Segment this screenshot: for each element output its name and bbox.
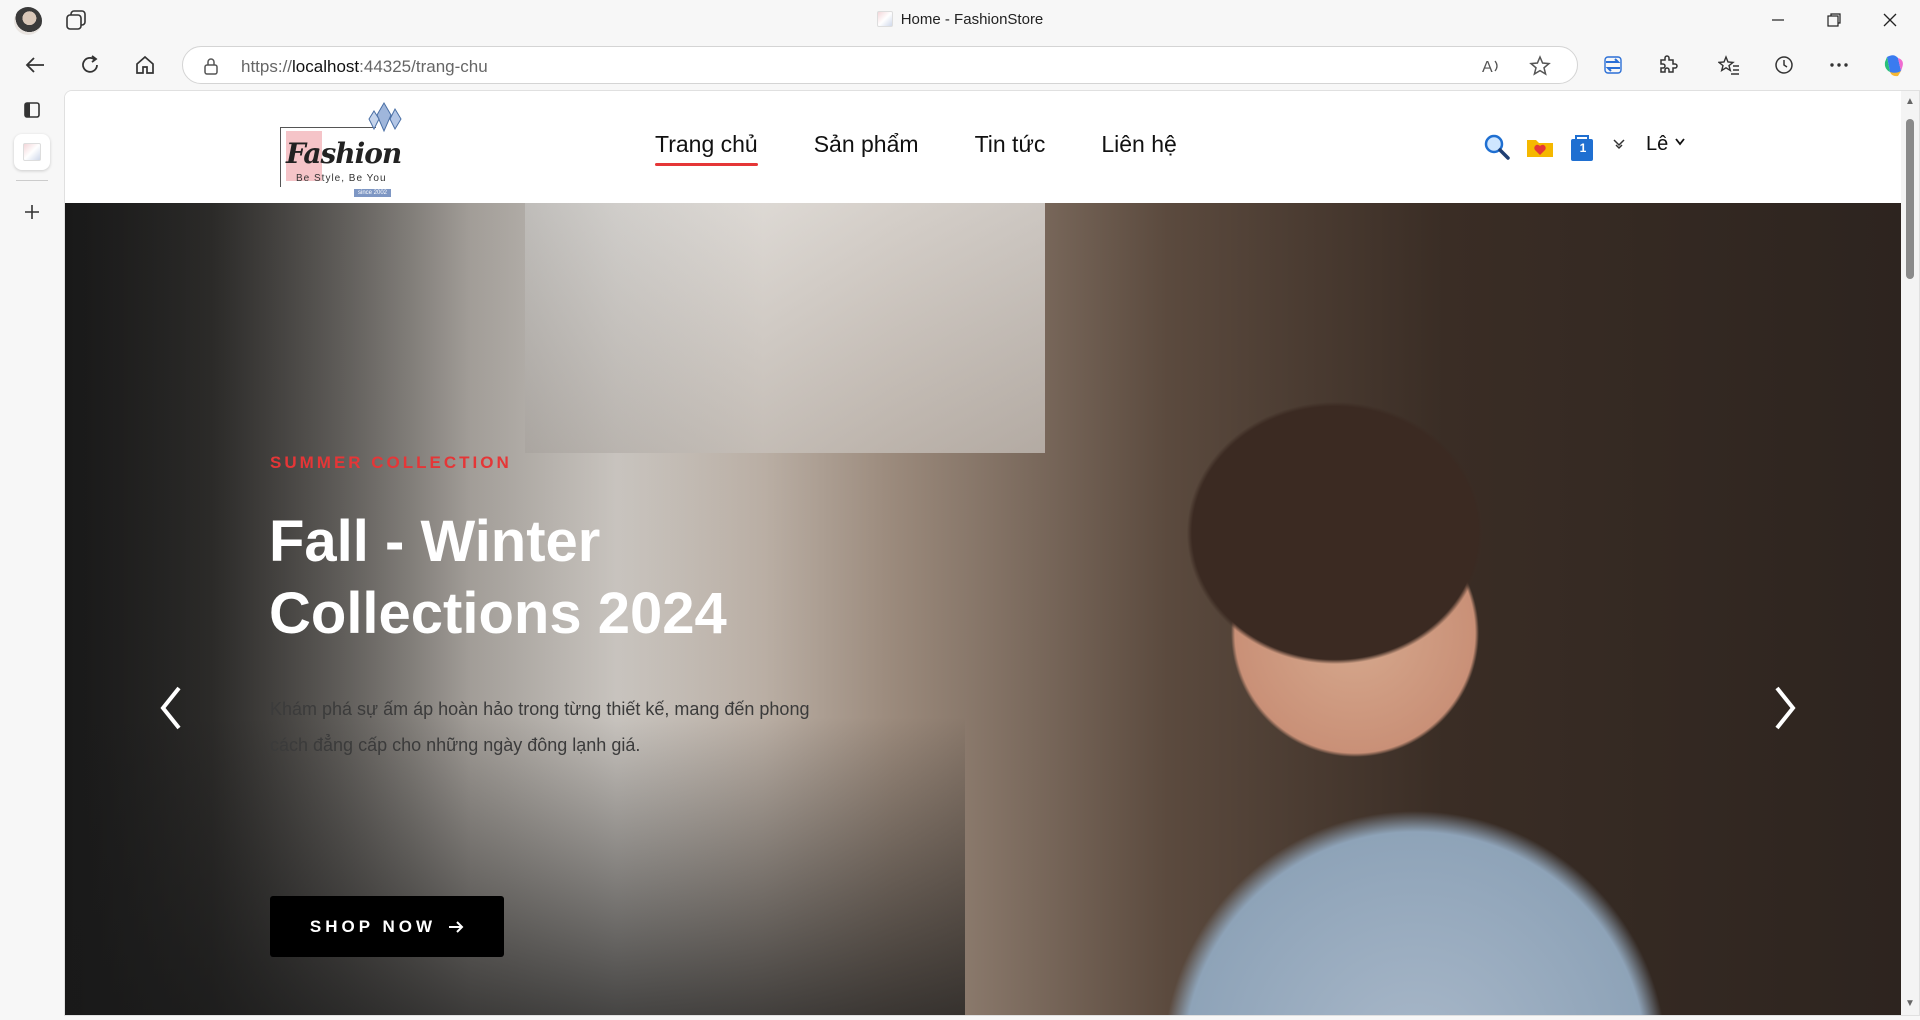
hero-description: Khám phá sự ấm áp hoàn hảo trong từng th… <box>270 699 810 755</box>
filter-down-icon[interactable] <box>1612 137 1626 151</box>
site-favicon-icon <box>876 11 893 27</box>
logo-since: since 2002 <box>354 189 392 197</box>
user-name: Lê <box>1646 133 1669 155</box>
wishlist-folder-icon[interactable] <box>1525 133 1553 161</box>
address-bar[interactable]: https://localhost:44325/trang-chu A <box>182 46 1578 84</box>
search-icon[interactable] <box>1483 133 1511 161</box>
browser-titlebar: Home - FashionStore <box>0 0 1920 40</box>
cart-icon[interactable]: 1 <box>1569 133 1597 161</box>
more-menu-icon[interactable] <box>1824 50 1854 80</box>
url-scheme: https:// <box>241 57 293 76</box>
minimize-button[interactable] <box>1750 0 1806 40</box>
tab-divider <box>16 180 48 181</box>
browser-essentials-icon[interactable] <box>1598 50 1628 80</box>
back-icon[interactable] <box>20 50 50 80</box>
hero-title: Fall - Winter Collections 2024 <box>269 509 727 646</box>
scroll-up-icon[interactable]: ▲ <box>1905 97 1915 107</box>
page-viewport: Fashion Be Style, Be You since 2002 Tran… <box>64 90 1920 1016</box>
extensions-icon[interactable] <box>1653 50 1683 80</box>
arrow-right-icon <box>449 920 464 933</box>
site-logo[interactable]: Fashion Be Style, Be You since 2002 <box>278 101 402 197</box>
read-aloud-icon[interactable]: A <box>1481 55 1503 77</box>
logo-tagline: Be Style, Be You <box>296 173 387 184</box>
main-nav: Trang chủ Sản phẩm Tin tức Liên hệ <box>655 131 1177 166</box>
slider-prev-icon[interactable] <box>151 678 191 738</box>
shop-now-button[interactable]: SHOP NOW <box>270 896 504 957</box>
site-header: Fashion Be Style, Be You since 2002 Tran… <box>65 91 1903 203</box>
hero-kicker: SUMMER COLLECTION <box>270 453 512 472</box>
restore-button[interactable] <box>1806 0 1862 40</box>
site-favicon-icon <box>23 143 41 161</box>
scrollbar-thumb[interactable] <box>1906 119 1914 279</box>
tab-home-fashionstore[interactable] <box>14 134 50 170</box>
nav-news[interactable]: Tin tức <box>975 131 1046 166</box>
vertical-tabs-sidebar <box>0 90 64 1020</box>
cart-count-badge: 1 <box>1579 141 1587 155</box>
nav-home[interactable]: Trang chủ <box>655 131 758 166</box>
tab-panel-toggle-icon[interactable] <box>14 92 50 128</box>
window-title-text: Home - FashionStore <box>900 11 1044 28</box>
copilot-icon[interactable] <box>1879 50 1909 80</box>
home-icon[interactable] <box>130 50 160 80</box>
url-text[interactable]: https://localhost:44325/trang-chu <box>241 57 488 77</box>
hero-slider: SUMMER COLLECTION Fall - Winter Collecti… <box>65 203 1903 1015</box>
chevron-down-icon <box>1675 138 1685 146</box>
close-window-button[interactable] <box>1862 0 1918 40</box>
url-host: localhost <box>292 57 360 76</box>
browser-toolbar: https://localhost:44325/trang-chu A <box>0 40 1920 90</box>
shop-now-label: SHOP NOW <box>309 916 437 936</box>
site-info-lock-icon[interactable] <box>201 56 221 76</box>
svg-text:A: A <box>1482 59 1493 76</box>
scroll-down-icon[interactable]: ▼ <box>1905 999 1915 1009</box>
window-title: Home - FashionStore <box>0 11 1920 28</box>
favorites-icon[interactable] <box>1714 50 1744 80</box>
url-path: :44325/trang-chu <box>359 57 488 76</box>
nav-products[interactable]: Sản phẩm <box>814 131 919 166</box>
user-menu[interactable]: Lê <box>1646 133 1686 156</box>
crystal-icon <box>364 101 404 137</box>
new-tab-icon[interactable] <box>14 194 50 230</box>
history-icon[interactable] <box>1769 50 1799 80</box>
logo-brand: Fashion <box>286 137 402 170</box>
nav-contact[interactable]: Liên hệ <box>1101 131 1176 166</box>
page-scrollbar[interactable]: ▲ ▼ <box>1901 91 1919 1015</box>
favorite-star-icon[interactable] <box>1529 55 1551 77</box>
slider-next-icon[interactable] <box>1765 678 1805 738</box>
refresh-icon[interactable] <box>75 50 105 80</box>
